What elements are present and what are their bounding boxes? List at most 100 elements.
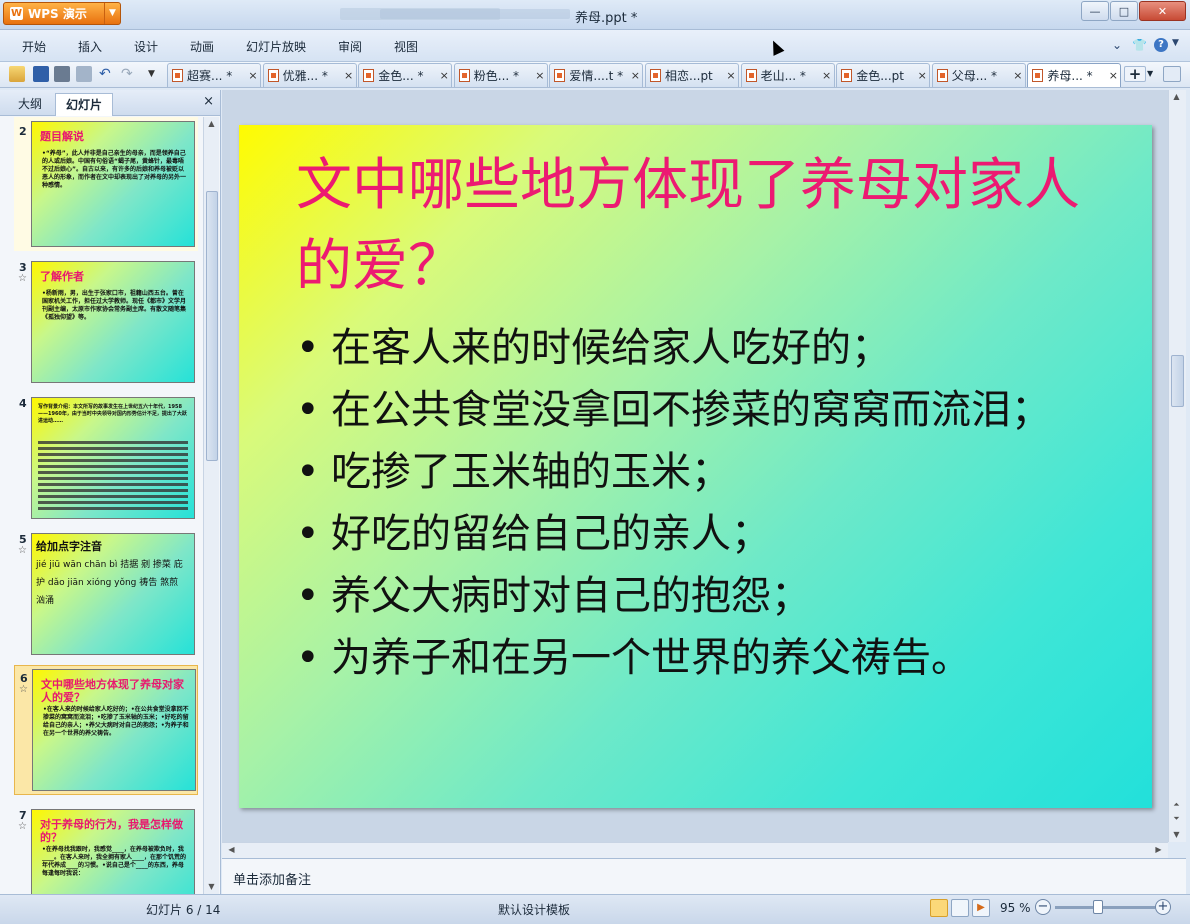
zoom-in-icon[interactable]: +	[1155, 899, 1171, 915]
zoom-out-icon[interactable]: −	[1035, 899, 1051, 915]
scroll-up-icon[interactable]: ▲	[1169, 90, 1184, 104]
tab-close-icon[interactable]: ×	[1106, 69, 1120, 82]
slide-sorter-icon[interactable]	[951, 899, 969, 917]
previous-slide-icon[interactable]: ⏶	[1169, 798, 1184, 812]
bullet-item: 为养子和在另一个世界的养父祷告。	[296, 627, 1116, 689]
template-name: 默认设计模板	[498, 903, 571, 917]
undo-icon[interactable]: ↶	[99, 66, 115, 82]
tab-close-icon[interactable]: ×	[628, 69, 642, 82]
canvas-horizontal-scrollbar[interactable]: ◀ ▶	[222, 842, 1168, 858]
open-icon[interactable]	[9, 66, 25, 82]
print-preview-icon[interactable]	[76, 66, 92, 82]
slides-panel: 大纲 幻灯片 × 2 题目解说 •“养母”，此人并非是自己亲生的母亲，而是领养自…	[0, 90, 221, 894]
customize-toolbar-icon[interactable]: ▼	[148, 66, 164, 82]
new-tab-button[interactable]: +	[1124, 66, 1146, 82]
slide-thumbnail[interactable]: 7 ☆ 对于养母的行为，我是怎样做的？ •在养母找我跟时，我感觉____，在养母…	[14, 805, 198, 894]
scroll-down-icon[interactable]: ▼	[204, 880, 219, 894]
tab-close-icon[interactable]: ×	[915, 69, 929, 82]
document-tab[interactable]: 超赛... * ×	[167, 63, 261, 87]
document-tab[interactable]: 相恋...pt ×	[645, 63, 739, 87]
thumbnail-body: •“养母”，此人并非是自己亲生的母亲，而是领养自己的人或后娘。中国有句俗语“蝎子…	[42, 150, 187, 189]
tab-close-icon[interactable]: ×	[533, 69, 547, 82]
skin-icon[interactable]: 👕	[1132, 38, 1147, 52]
toolbar: ↶ ↷ ▼ 超赛... * × 优雅... * × 金色... * × 粉色... * × 爱情…	[0, 62, 1190, 88]
slide-thumbnail[interactable]: 5 ☆ 给加点字注音 jié jiū wān chān bì 拮据 剜 掺菜 庇…	[14, 529, 198, 655]
menu-home[interactable]: 开始	[22, 38, 46, 55]
slide-canvas: 文中哪些地方体现了养母对家人的爱？ 在客人来的时候给家人吃好的； 在公共食堂没拿…	[222, 90, 1168, 842]
document-tab[interactable]: 粉色... * ×	[453, 63, 548, 87]
window-layout-icon[interactable]	[1163, 66, 1181, 82]
current-slide[interactable]: 文中哪些地方体现了养母对家人的爱？ 在客人来的时候给家人吃好的； 在公共食堂没拿…	[239, 125, 1152, 808]
slide-thumbnail[interactable]: 3 ☆ 了解作者 •杨新雨，男，出生于张家口市，祖籍山西五台。曾在国家机关工作，…	[14, 257, 198, 383]
slide-thumbnail[interactable]: 4 写作背景介绍：本文所写的故事发生在上世纪五六十年代，1958——1960年，…	[14, 393, 198, 519]
thumbnail-scrollbar[interactable]: ▲ ▼	[203, 117, 219, 894]
document-tab[interactable]: 优雅... * ×	[262, 63, 357, 87]
next-slide-icon[interactable]: ⏷	[1169, 812, 1184, 826]
scrollbar-thumb[interactable]	[206, 191, 218, 461]
maximize-button[interactable]: □	[1110, 1, 1138, 21]
print-icon[interactable]	[54, 66, 70, 82]
tab-close-icon[interactable]: ×	[820, 69, 834, 82]
wps-menu-button[interactable]: W WPS 演示 ▼	[3, 2, 121, 25]
tab-label: 金色...pt	[856, 69, 904, 83]
tab-close-icon[interactable]: ×	[437, 69, 451, 82]
scrollbar-thumb[interactable]	[1171, 355, 1184, 407]
menu-view[interactable]: 视图	[394, 38, 418, 55]
tab-label: 养母... *	[1047, 69, 1093, 83]
notes-placeholder[interactable]: 单击添加备注	[233, 869, 311, 888]
redo-icon[interactable]: ↷	[121, 66, 137, 82]
thumbnail-title: 题目解说	[40, 130, 84, 143]
menu-slideshow[interactable]: 幻灯片放映	[246, 38, 306, 55]
tab-close-icon[interactable]: ×	[724, 69, 738, 82]
tab-list-icon[interactable]: ▼	[1147, 66, 1163, 82]
panel-tabs: 大纲 幻灯片 ×	[0, 90, 220, 116]
scroll-right-icon[interactable]: ▶	[1151, 843, 1166, 857]
canvas-vertical-scrollbar[interactable]: ▲ ⏶ ⏷ ▼	[1168, 90, 1186, 842]
normal-view-icon[interactable]	[930, 899, 948, 917]
slide-preview: 写作背景介绍：本文所写的故事发生在上世纪五六十年代，1958——1960年，由于…	[31, 397, 195, 519]
slide-counter: 幻灯片 6 / 14	[146, 903, 221, 917]
bullet-item: 在客人来的时候给家人吃好的；	[296, 317, 1116, 379]
bullet-item: 养父大病时对自己的抱怨；	[296, 565, 1116, 627]
status-bar: 幻灯片 6 / 14 默认设计模板 ▶ 95 % − +	[0, 894, 1190, 924]
minimize-button[interactable]: —	[1081, 1, 1109, 21]
scroll-down-icon[interactable]: ▼	[1169, 828, 1184, 842]
menu-animation[interactable]: 动画	[190, 38, 214, 55]
slide-thumbnail-selected[interactable]: 6 ☆ 文中哪些地方体现了养母对家人的爱？ •在客人来的时候给家人吃好的；•在公…	[14, 665, 198, 795]
help-dropdown-icon[interactable]: ▼	[1172, 38, 1179, 48]
tab-label: 爱情....t *	[569, 69, 624, 83]
document-tab[interactable]: 金色... * ×	[358, 63, 453, 87]
panel-close-icon[interactable]: ×	[203, 94, 214, 109]
title-bar: W WPS 演示 ▼ 养母.ppt * — □ ✕	[0, 0, 1190, 30]
slide-preview: 文中哪些地方体现了养母对家人的爱？ •在客人来的时候给家人吃好的；•在公共食堂没…	[32, 669, 196, 791]
tab-close-icon[interactable]: ×	[1011, 69, 1025, 82]
save-icon[interactable]	[33, 66, 49, 82]
document-tab[interactable]: 老山... * ×	[740, 63, 835, 87]
scroll-left-icon[interactable]: ◀	[224, 843, 239, 857]
document-tab[interactable]: 金色...pt ×	[836, 63, 931, 87]
collapse-ribbon-icon[interactable]: ⌄	[1112, 38, 1122, 52]
slide-title[interactable]: 文中哪些地方体现了养母对家人的爱？	[296, 145, 1096, 307]
scroll-up-icon[interactable]: ▲	[204, 117, 219, 131]
menu-insert[interactable]: 插入	[78, 38, 102, 55]
slide-thumbnail[interactable]: 2 题目解说 •“养母”，此人并非是自己亲生的母亲，而是领养自己的人或后娘。中国…	[14, 117, 198, 251]
tab-close-icon[interactable]: ×	[342, 69, 356, 82]
zoom-slider-knob[interactable]	[1093, 900, 1103, 914]
slide-bullet-list[interactable]: 在客人来的时候给家人吃好的； 在公共食堂没拿回不掺菜的窝窝而流泪； 吃掺了玉米轴…	[296, 317, 1116, 689]
document-tab[interactable]: 爱情....t * ×	[549, 63, 644, 87]
menu-review[interactable]: 审阅	[338, 38, 362, 55]
document-tab[interactable]: 养母... * ×	[1027, 63, 1122, 87]
close-window-button[interactable]: ✕	[1139, 1, 1186, 21]
notes-pane[interactable]: 单击添加备注	[222, 858, 1186, 894]
document-tab[interactable]: 父母... * ×	[931, 63, 1026, 87]
tab-slides[interactable]: 幻灯片	[55, 93, 114, 116]
zoom-slider-track[interactable]	[1055, 906, 1155, 909]
menu-design[interactable]: 设计	[134, 38, 158, 55]
animation-star-icon: ☆	[18, 821, 27, 832]
ppt-file-icon	[363, 69, 375, 82]
slideshow-icon[interactable]: ▶	[972, 899, 990, 917]
tab-label: 优雅... *	[282, 69, 328, 83]
tab-outline[interactable]: 大纲	[8, 93, 52, 116]
help-icon[interactable]: ?	[1154, 38, 1168, 52]
tab-close-icon[interactable]: ×	[246, 69, 260, 82]
